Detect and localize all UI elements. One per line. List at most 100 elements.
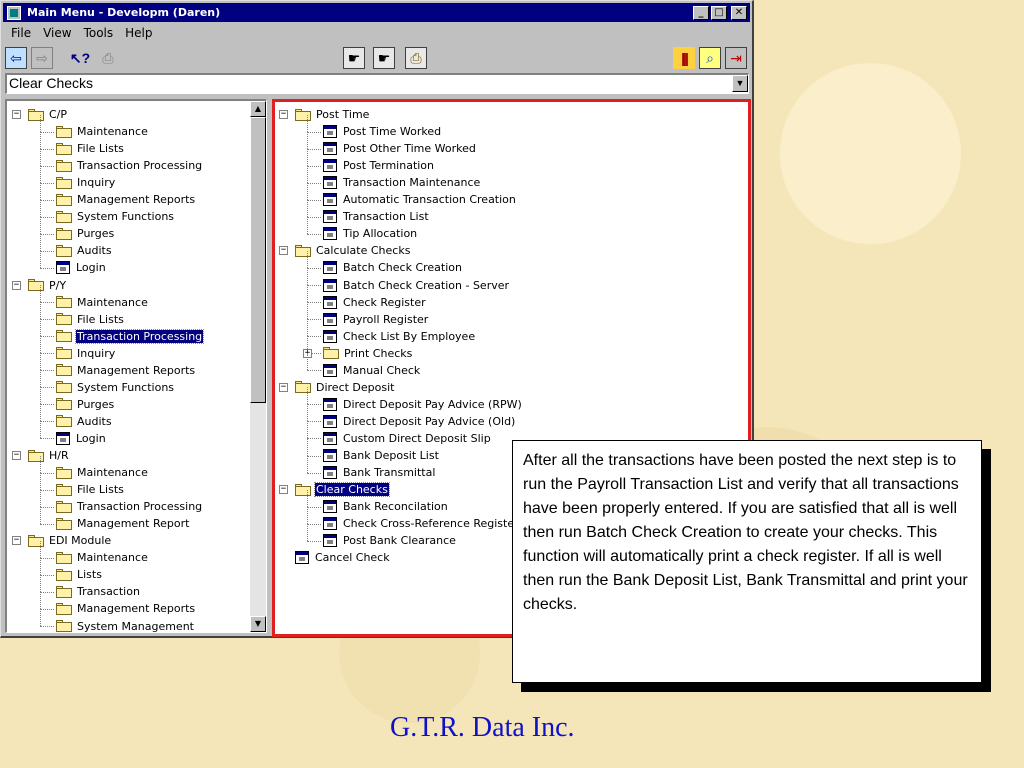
tree-item-inquiry[interactable]: Inquiry — [56, 345, 116, 362]
tree-connector — [40, 421, 54, 423]
tree-item-print-checks[interactable]: Print Checks — [323, 345, 413, 362]
tree-item-check-cross-reference-register[interactable]: Check Cross-Reference Register — [323, 515, 520, 532]
folder-icon — [295, 381, 311, 394]
menu-file[interactable]: File — [5, 24, 37, 42]
left-scrollbar[interactable]: ▲ ▼ — [250, 101, 266, 632]
collapse-icon[interactable]: − — [12, 280, 21, 290]
collapse-icon[interactable]: − — [279, 110, 288, 120]
tree-item-custom-direct-deposit-slip[interactable]: Custom Direct Deposit Slip — [323, 430, 492, 447]
tree-item-purges[interactable]: Purges — [56, 396, 115, 413]
collapse-icon[interactable]: − — [12, 536, 21, 546]
tree-item-file-lists[interactable]: File Lists — [56, 311, 125, 328]
collapse-icon[interactable]: − — [12, 110, 21, 120]
folder-icon — [56, 500, 72, 513]
tree-item-management-report[interactable]: Management Report — [56, 515, 190, 532]
tree-item-audits[interactable]: Audits — [56, 242, 113, 259]
scroll-down-icon[interactable]: ▼ — [250, 616, 266, 632]
tree-item-maintenance[interactable]: Maintenance — [56, 464, 149, 481]
tree-connector — [40, 591, 54, 593]
tree-connector — [307, 216, 308, 234]
tree-item-login[interactable]: Login — [56, 259, 107, 276]
location-combo[interactable]: Clear Checks ▼ — [5, 73, 749, 94]
tree-item-direct-deposit-pay-advice-old[interactable]: Direct Deposit Pay Advice (Old) — [323, 413, 516, 430]
menu-view[interactable]: View — [37, 24, 77, 42]
tree-item-post-termination[interactable]: Post Termination — [323, 157, 435, 174]
tree-connector — [307, 199, 308, 217]
tree-item-management-reports[interactable]: Management Reports — [56, 191, 196, 208]
tree-item-audits[interactable]: Audits — [56, 413, 113, 430]
tree-item-file-lists[interactable]: File Lists — [56, 140, 125, 157]
print-icon[interactable]: ⎙ — [97, 47, 119, 69]
find-icon[interactable]: ⌕ — [699, 47, 721, 69]
tree-item-maintenance[interactable]: Maintenance — [56, 549, 149, 566]
tree-item-maintenance[interactable]: Maintenance — [56, 123, 149, 140]
help-pointer-icon[interactable]: ↖? — [69, 47, 91, 69]
hand-report-icon[interactable]: ☛ — [343, 47, 365, 69]
title-bar[interactable]: Main Menu - Developm (Daren) _ □ ✕ — [3, 3, 750, 22]
forward-arrow-icon[interactable]: ⇨ — [31, 47, 53, 69]
tree-connector — [307, 182, 308, 200]
maximize-button[interactable]: □ — [711, 5, 727, 20]
tree-item-check-list-by-employee[interactable]: Check List By Employee — [323, 328, 476, 345]
collapse-icon[interactable]: − — [279, 485, 288, 495]
chevron-down-icon[interactable]: ▼ — [732, 75, 748, 92]
tree-item-h-r[interactable]: H/R — [28, 447, 70, 464]
tree-item-transaction-processing[interactable]: Transaction Processing — [56, 157, 203, 174]
tree-item-management-reports[interactable]: Management Reports — [56, 600, 196, 617]
tree-item-batch-check-creation-server[interactable]: Batch Check Creation - Server — [323, 277, 510, 294]
tree-item-transaction-processing[interactable]: Transaction Processing — [56, 328, 205, 345]
tree-item-system-functions[interactable]: System Functions — [56, 379, 175, 396]
collapse-icon[interactable]: − — [279, 382, 288, 392]
back-arrow-icon[interactable]: ⇦ — [5, 47, 27, 69]
tree-item-bank-transmittal[interactable]: Bank Transmittal — [323, 464, 436, 481]
tree-item-direct-deposit-pay-advice-rpw[interactable]: Direct Deposit Pay Advice (RPW) — [323, 396, 523, 413]
exit-icon[interactable]: ⇥ — [725, 47, 747, 69]
tree-item-p-y[interactable]: P/Y — [28, 277, 67, 294]
tree-item-bank-reconcilation[interactable]: Bank Reconcilation — [323, 498, 449, 515]
menu-help[interactable]: Help — [119, 24, 158, 42]
tree-item-lists[interactable]: Lists — [56, 566, 103, 583]
folder-icon — [295, 244, 311, 257]
tree-item-transaction-processing[interactable]: Transaction Processing — [56, 498, 203, 515]
tree-item-post-other-time-worked[interactable]: Post Other Time Worked — [323, 140, 477, 157]
tree-item-inquiry[interactable]: Inquiry — [56, 174, 116, 191]
tree-item-management-reports[interactable]: Management Reports — [56, 362, 196, 379]
tree-item-system-functions[interactable]: System Functions — [56, 208, 175, 225]
tree-item-batch-check-creation[interactable]: Batch Check Creation — [323, 259, 463, 276]
printer-queue-icon[interactable]: ⎙ — [405, 47, 427, 69]
tree-item-direct-deposit[interactable]: Direct Deposit — [295, 379, 395, 396]
tree-item-automatic-transaction-creation[interactable]: Automatic Transaction Creation — [323, 191, 517, 208]
tree-item-tip-allocation[interactable]: Tip Allocation — [323, 225, 418, 242]
tree-item-clear-checks[interactable]: Clear Checks — [295, 481, 390, 498]
tree-item-purges[interactable]: Purges — [56, 225, 115, 242]
tree-connector — [40, 131, 41, 149]
tree-item-payroll-register[interactable]: Payroll Register — [323, 311, 429, 328]
tree-item-bank-deposit-list[interactable]: Bank Deposit List — [323, 447, 440, 464]
tree-item-transaction[interactable]: Transaction — [56, 583, 141, 600]
tree-item-maintenance[interactable]: Maintenance — [56, 294, 149, 311]
folder-icon — [56, 330, 72, 343]
tree-item-post-bank-clearance[interactable]: Post Bank Clearance — [323, 532, 457, 549]
tree-item-transaction-list[interactable]: Transaction List — [323, 208, 430, 225]
close-button[interactable]: ✕ — [731, 5, 747, 20]
scroll-up-icon[interactable]: ▲ — [250, 101, 266, 117]
collapse-icon[interactable]: − — [279, 246, 288, 256]
scroll-thumb[interactable] — [250, 117, 266, 403]
tree-item-manual-check[interactable]: Manual Check — [323, 362, 421, 379]
tree-connector — [307, 131, 321, 133]
tree-item-transaction-maintenance[interactable]: Transaction Maintenance — [323, 174, 481, 191]
collapse-icon[interactable]: − — [12, 451, 21, 461]
tree-item-file-lists[interactable]: File Lists — [56, 481, 125, 498]
tree-item-system-management[interactable]: System Management — [56, 618, 195, 632]
tree-item-post-time-worked[interactable]: Post Time Worked — [323, 123, 442, 140]
menu-tools[interactable]: Tools — [78, 24, 120, 42]
tree-item-check-register[interactable]: Check Register — [323, 294, 427, 311]
minimize-button[interactable]: _ — [693, 5, 709, 20]
tree-connector — [40, 523, 54, 525]
tree-item-cancel-check[interactable]: Cancel Check — [295, 549, 391, 566]
books-icon[interactable]: ||| — [673, 47, 695, 69]
tree-item-calculate-checks[interactable]: Calculate Checks — [295, 242, 411, 259]
tree-item-c-p[interactable]: C/P — [28, 106, 68, 123]
tree-item-login[interactable]: Login — [56, 430, 107, 447]
hand-menu-icon[interactable]: ☛ — [373, 47, 395, 69]
